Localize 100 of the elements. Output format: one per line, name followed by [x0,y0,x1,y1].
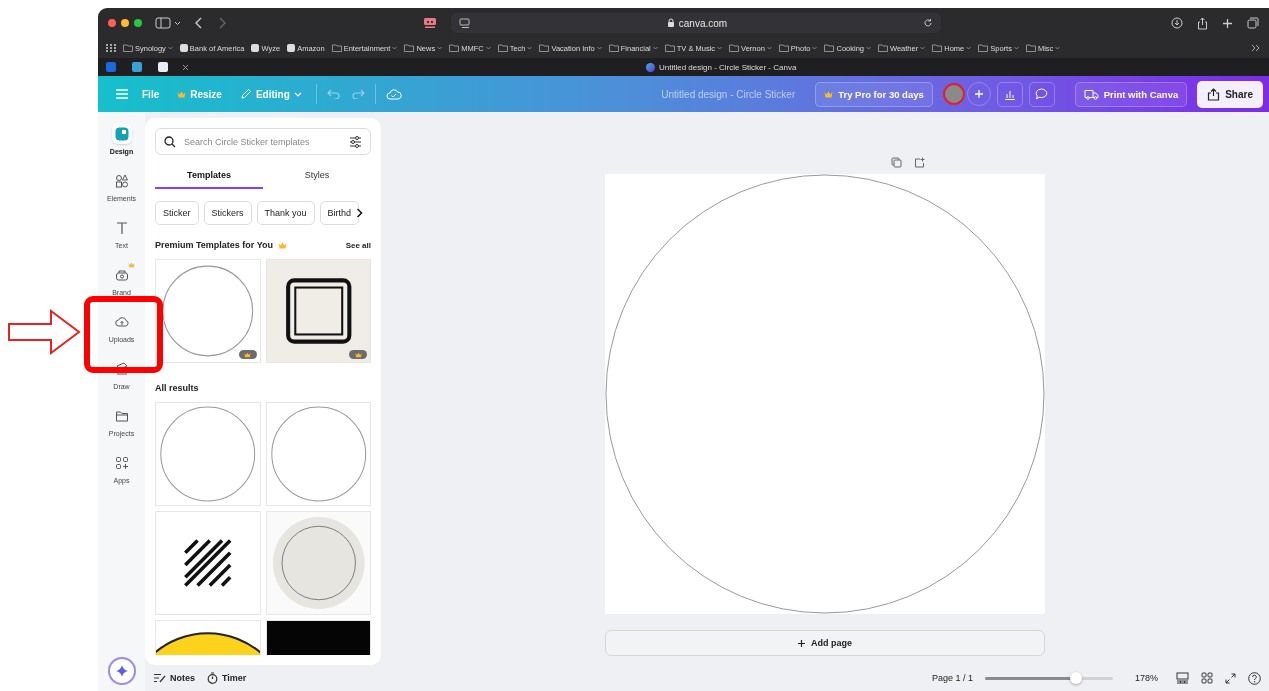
pinned-tab-icon[interactable] [132,62,142,72]
square-frame-drawing [285,278,351,344]
sidebar-icon[interactable] [155,17,181,29]
caret-icon [1013,46,1019,50]
template-thumbnail[interactable] [265,402,371,506]
page-indicator[interactable]: Page 1 / 1 [931,673,973,683]
share-icon[interactable] [1197,16,1208,30]
grid-view-icon[interactable] [1201,672,1213,684]
filter-chip[interactable]: Sticker [155,201,199,225]
speech-bubble-icon [1035,88,1049,100]
chevron-right-icon[interactable] [356,208,364,218]
crown-icon [177,90,187,98]
minimize-icon[interactable] [121,19,129,27]
url-text: canva.com [678,17,728,29]
folder-icon [664,44,675,52]
caret-icon [527,46,533,50]
panel-tab[interactable]: Templates [155,163,263,189]
search-input[interactable]: Search Circle Sticker templates [182,135,343,148]
close-icon[interactable] [182,63,189,71]
folder-icon [497,44,508,52]
duplicate-icon[interactable] [891,157,902,168]
sidebar-icon [114,315,129,329]
bar-chart-icon [1003,88,1016,100]
caret-icon [866,46,871,50]
crown-icon [824,90,834,98]
caret-icon [766,46,772,50]
crown-icon [278,241,288,249]
magic-button[interactable] [107,657,136,685]
arrow-icon [7,308,81,356]
folder-icon [1025,44,1036,52]
reader-icon[interactable] [459,17,471,29]
page-view-icon[interactable] [1176,672,1189,684]
template-thumbnail[interactable] [265,259,371,363]
notes-icon [153,673,166,683]
crown-icon [127,262,135,268]
forward-icon[interactable] [217,17,227,29]
site-icon [287,44,296,52]
caret-icon [966,46,972,50]
try-pro-button[interactable]: Try Pro for 30 days [815,81,933,107]
pinned-tab-icon[interactable] [158,62,168,72]
slider-thumb[interactable] [1069,672,1082,684]
section-heading: Premium Templates for You [155,240,274,250]
timer-button[interactable]: Timer [207,672,247,684]
template-thumbnail[interactable] [155,402,261,506]
caret-icon [652,46,658,50]
share-button[interactable]: Share [1197,80,1263,108]
more-icon[interactable] [1251,44,1261,52]
template-thumbnail[interactable] [155,259,261,363]
browser-tab[interactable]: Untitled design - Circle Sticker - Canva [646,62,797,72]
caret-icon [1055,46,1061,50]
template-thumbnail[interactable] [265,511,371,615]
filter-chip[interactable]: Stickers [203,201,252,225]
sidebar-icon [114,362,129,376]
folder-icon [449,44,460,52]
plus-icon [973,89,984,99]
download-icon[interactable] [1171,17,1183,29]
sidebar-icon [114,456,129,470]
sidebar-icon [114,221,129,235]
filter-icon[interactable] [349,135,362,148]
robot-icon[interactable] [423,17,437,29]
folder-icon [932,44,943,52]
panel-tab[interactable]: Styles [263,163,371,189]
sidebar-icon [114,268,129,282]
back-icon[interactable] [194,17,204,29]
folder-icon [608,44,619,52]
folder-icon [123,44,133,52]
see-all-link[interactable]: See all [345,240,371,250]
comment-button[interactable] [1028,81,1055,107]
add-page-icon[interactable] [914,157,925,168]
stripes-drawing [183,538,232,588]
address-field[interactable]: canva.com [451,13,941,33]
caret-icon [167,46,173,50]
upload-icon [1207,87,1221,101]
section-heading: All results [155,383,200,393]
caret-icon [485,46,491,50]
add-page-button[interactable]: Add page [605,630,1045,656]
fullscreen-icon[interactable] [1225,672,1236,684]
plus-icon[interactable] [1222,17,1233,29]
folder-icon [404,44,415,52]
filter-chip[interactable]: Birthd [319,201,360,225]
print-button[interactable]: Print with Canva [1074,81,1188,107]
pencil-icon [239,88,252,100]
notes-button[interactable]: Notes [153,673,195,683]
cloud-icon[interactable] [385,88,402,100]
template-thumbnail[interactable] [155,511,261,615]
zoom-slider[interactable] [984,676,1113,680]
folder-icon [824,44,835,52]
filter-chip[interactable]: Thank you [256,201,315,225]
close-icon[interactable] [108,19,116,27]
caret-icon [717,46,723,50]
maximize-icon[interactable] [134,19,142,27]
search-bar[interactable]: Search Circle Sticker templates [155,128,371,155]
folder-icon [878,44,888,52]
tabs-overview-icon[interactable] [1247,17,1259,29]
grid-icon[interactable] [106,44,116,52]
help-icon[interactable] [1248,671,1261,685]
folder-icon [729,44,740,52]
caret-icon [812,46,818,50]
reload-icon[interactable] [923,18,933,28]
plus-icon [798,639,805,647]
